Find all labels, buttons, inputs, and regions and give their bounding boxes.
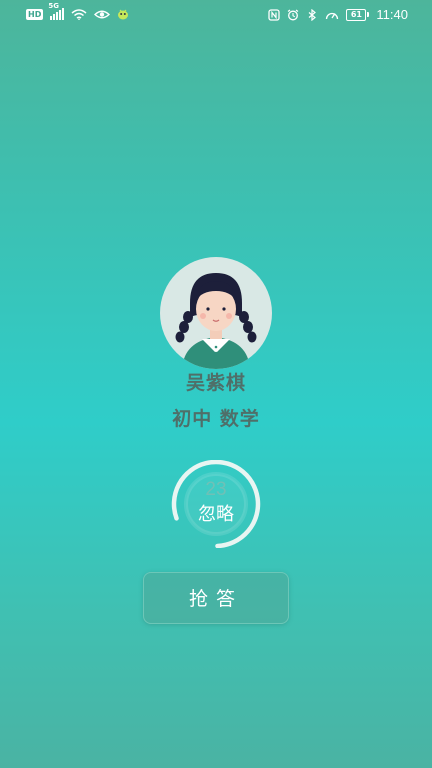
signal-5g-icon: 5G: [48, 2, 65, 20]
avatar: [160, 257, 272, 369]
speed-icon: [326, 12, 339, 19]
battery-icon: 61: [346, 8, 370, 21]
hd-icon: HD: [26, 8, 44, 20]
status-time: 11:40: [376, 7, 408, 22]
eye-icon: [94, 10, 111, 18]
network-type-label: 5G: [48, 2, 59, 10]
alarm-icon: [288, 9, 299, 20]
grab-answer-button[interactable]: 抢答: [143, 572, 289, 624]
user-name: 吴紫棋: [185, 372, 246, 394]
subject-label: 初中 数学: [172, 408, 260, 430]
status-bar: HD 5G 61 11:40: [0, 0, 432, 30]
battery-level: 61: [346, 8, 367, 21]
bluetooth-icon: [309, 8, 317, 21]
ignore-button[interactable]: 忽略: [166, 500, 266, 526]
app-bird-icon: [118, 9, 129, 20]
countdown-timer: 23 忽略: [166, 460, 266, 548]
status-bar-left: HD 5G: [26, 2, 129, 20]
nfc-icon: [268, 8, 281, 21]
incoming-question-screen: HD 5G 61 11:40 吴紫棋 初中 数学 23 忽略 抢答: [0, 0, 432, 768]
status-bar-right: 61 11:40: [268, 7, 408, 22]
wifi-icon: [71, 8, 87, 20]
girl-avatar-illustration: [175, 273, 257, 369]
countdown-value: 23: [205, 479, 227, 500]
